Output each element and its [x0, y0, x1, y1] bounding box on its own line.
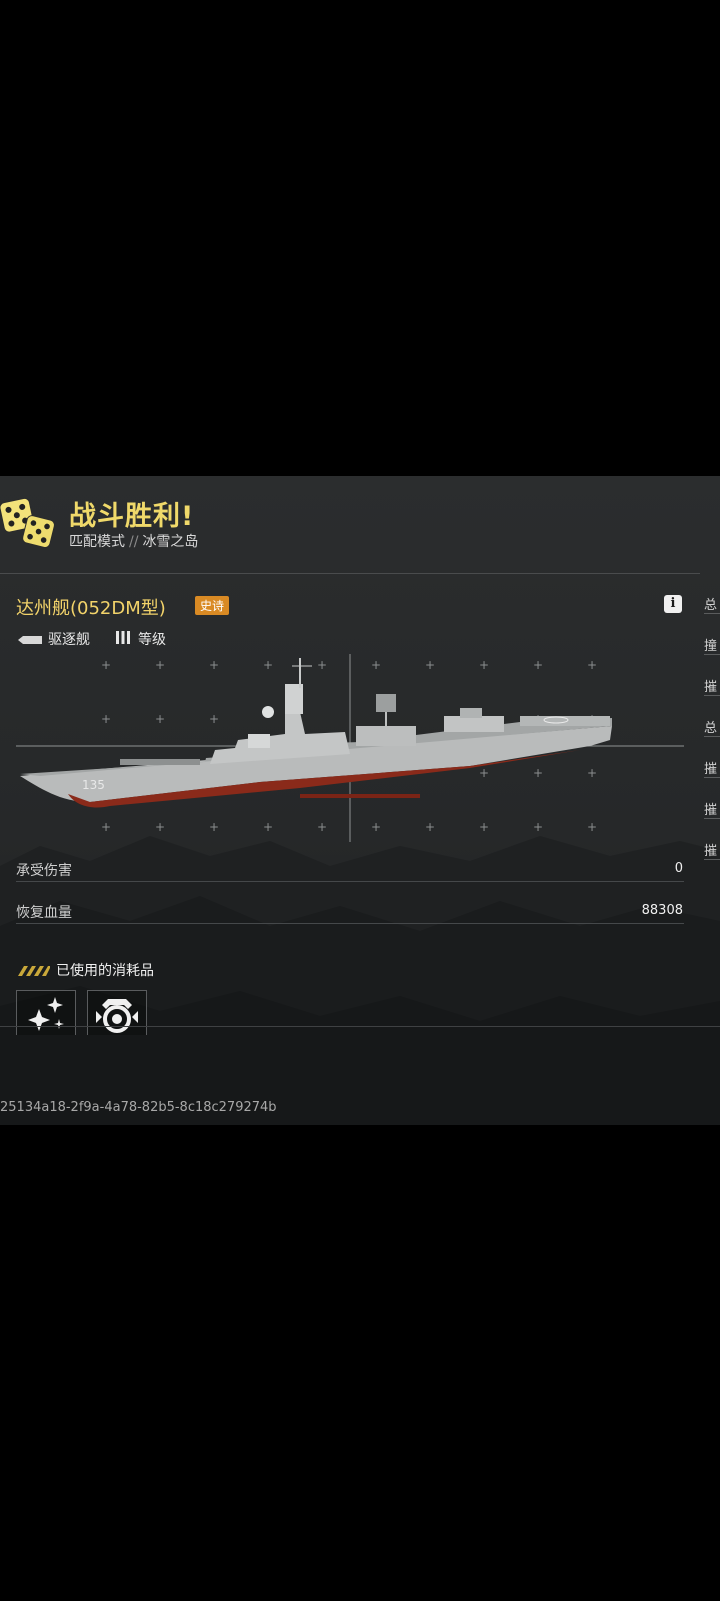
- ship-model-viewer[interactable]: ++++++++++ +++++ +++ ++++++++++: [0, 654, 720, 844]
- stat-label: 承受伤害: [16, 863, 72, 879]
- svg-text:+: +: [479, 820, 489, 834]
- stat-value: 0: [674, 861, 683, 876]
- side-tab[interactable]: 总: [704, 594, 720, 614]
- consumables-divider: [0, 1026, 720, 1027]
- svg-text:+: +: [425, 820, 435, 834]
- svg-text:+: +: [101, 658, 111, 672]
- svg-text:+: +: [155, 658, 165, 672]
- stripes-icon: [18, 966, 50, 976]
- ship-name: 达州舰(052DM型): [16, 598, 166, 619]
- svg-text:+: +: [479, 766, 489, 780]
- stat-label: 恢复血量: [16, 905, 72, 921]
- svg-text:+: +: [371, 658, 381, 672]
- rarity-badge: 史诗: [195, 596, 230, 615]
- svg-text:+: +: [209, 820, 219, 834]
- svg-text:+: +: [155, 820, 165, 834]
- svg-text:+: +: [263, 820, 273, 834]
- svg-text:+: +: [371, 820, 381, 834]
- side-tab[interactable]: 撞: [704, 635, 720, 655]
- svg-text:+: +: [533, 820, 543, 834]
- svg-text:+: +: [101, 820, 111, 834]
- destroyer-class-icon: [18, 636, 42, 644]
- svg-text:+: +: [209, 712, 219, 726]
- battle-result-panel: 战斗胜利! 匹配模式//冰雪之岛 达州舰(052DM型) 史诗 i 驱逐舰 等级…: [0, 476, 720, 1125]
- stat-value: 88308: [641, 903, 683, 918]
- header-divider: [0, 573, 700, 574]
- session-id: 25134a18-2f9a-4a78-82b5-8c18c279274b: [0, 1100, 277, 1115]
- svg-text:+: +: [155, 712, 165, 726]
- svg-text:+: +: [101, 712, 111, 726]
- consumable-slot[interactable]: [16, 990, 76, 1035]
- svg-text:+: +: [587, 766, 597, 780]
- separator: //: [129, 534, 139, 550]
- svg-text:+: +: [533, 658, 543, 672]
- tier-icon: [116, 631, 130, 644]
- battle-result-title: 战斗胜利!: [69, 501, 195, 532]
- tier-label: 等级: [138, 632, 166, 648]
- dice-icon: [0, 497, 55, 548]
- stat-divider: [16, 881, 684, 882]
- stat-divider: [16, 923, 684, 924]
- svg-text:+: +: [263, 658, 273, 672]
- svg-text:+: +: [425, 658, 435, 672]
- destroyer-model: 135: [20, 658, 612, 808]
- svg-text:+: +: [587, 820, 597, 834]
- svg-text:+: +: [479, 658, 489, 672]
- repair-camera-icon: [96, 999, 138, 1033]
- info-icon[interactable]: i: [664, 595, 682, 613]
- svg-text:+: +: [587, 658, 597, 672]
- hull-number: 135: [82, 778, 105, 792]
- svg-text:+: +: [533, 766, 543, 780]
- match-info: 匹配模式//冰雪之岛: [69, 531, 198, 551]
- ship-class: 驱逐舰: [48, 632, 90, 648]
- consumable-slot[interactable]: [87, 990, 147, 1035]
- svg-text:+: +: [317, 658, 327, 672]
- match-mode: 匹配模式: [69, 534, 125, 550]
- map-name: 冰雪之岛: [142, 534, 199, 550]
- svg-text:+: +: [209, 658, 219, 672]
- sparkle-icon: [28, 997, 64, 1031]
- svg-text:+: +: [317, 820, 327, 834]
- consumables-title: 已使用的消耗品: [56, 963, 154, 979]
